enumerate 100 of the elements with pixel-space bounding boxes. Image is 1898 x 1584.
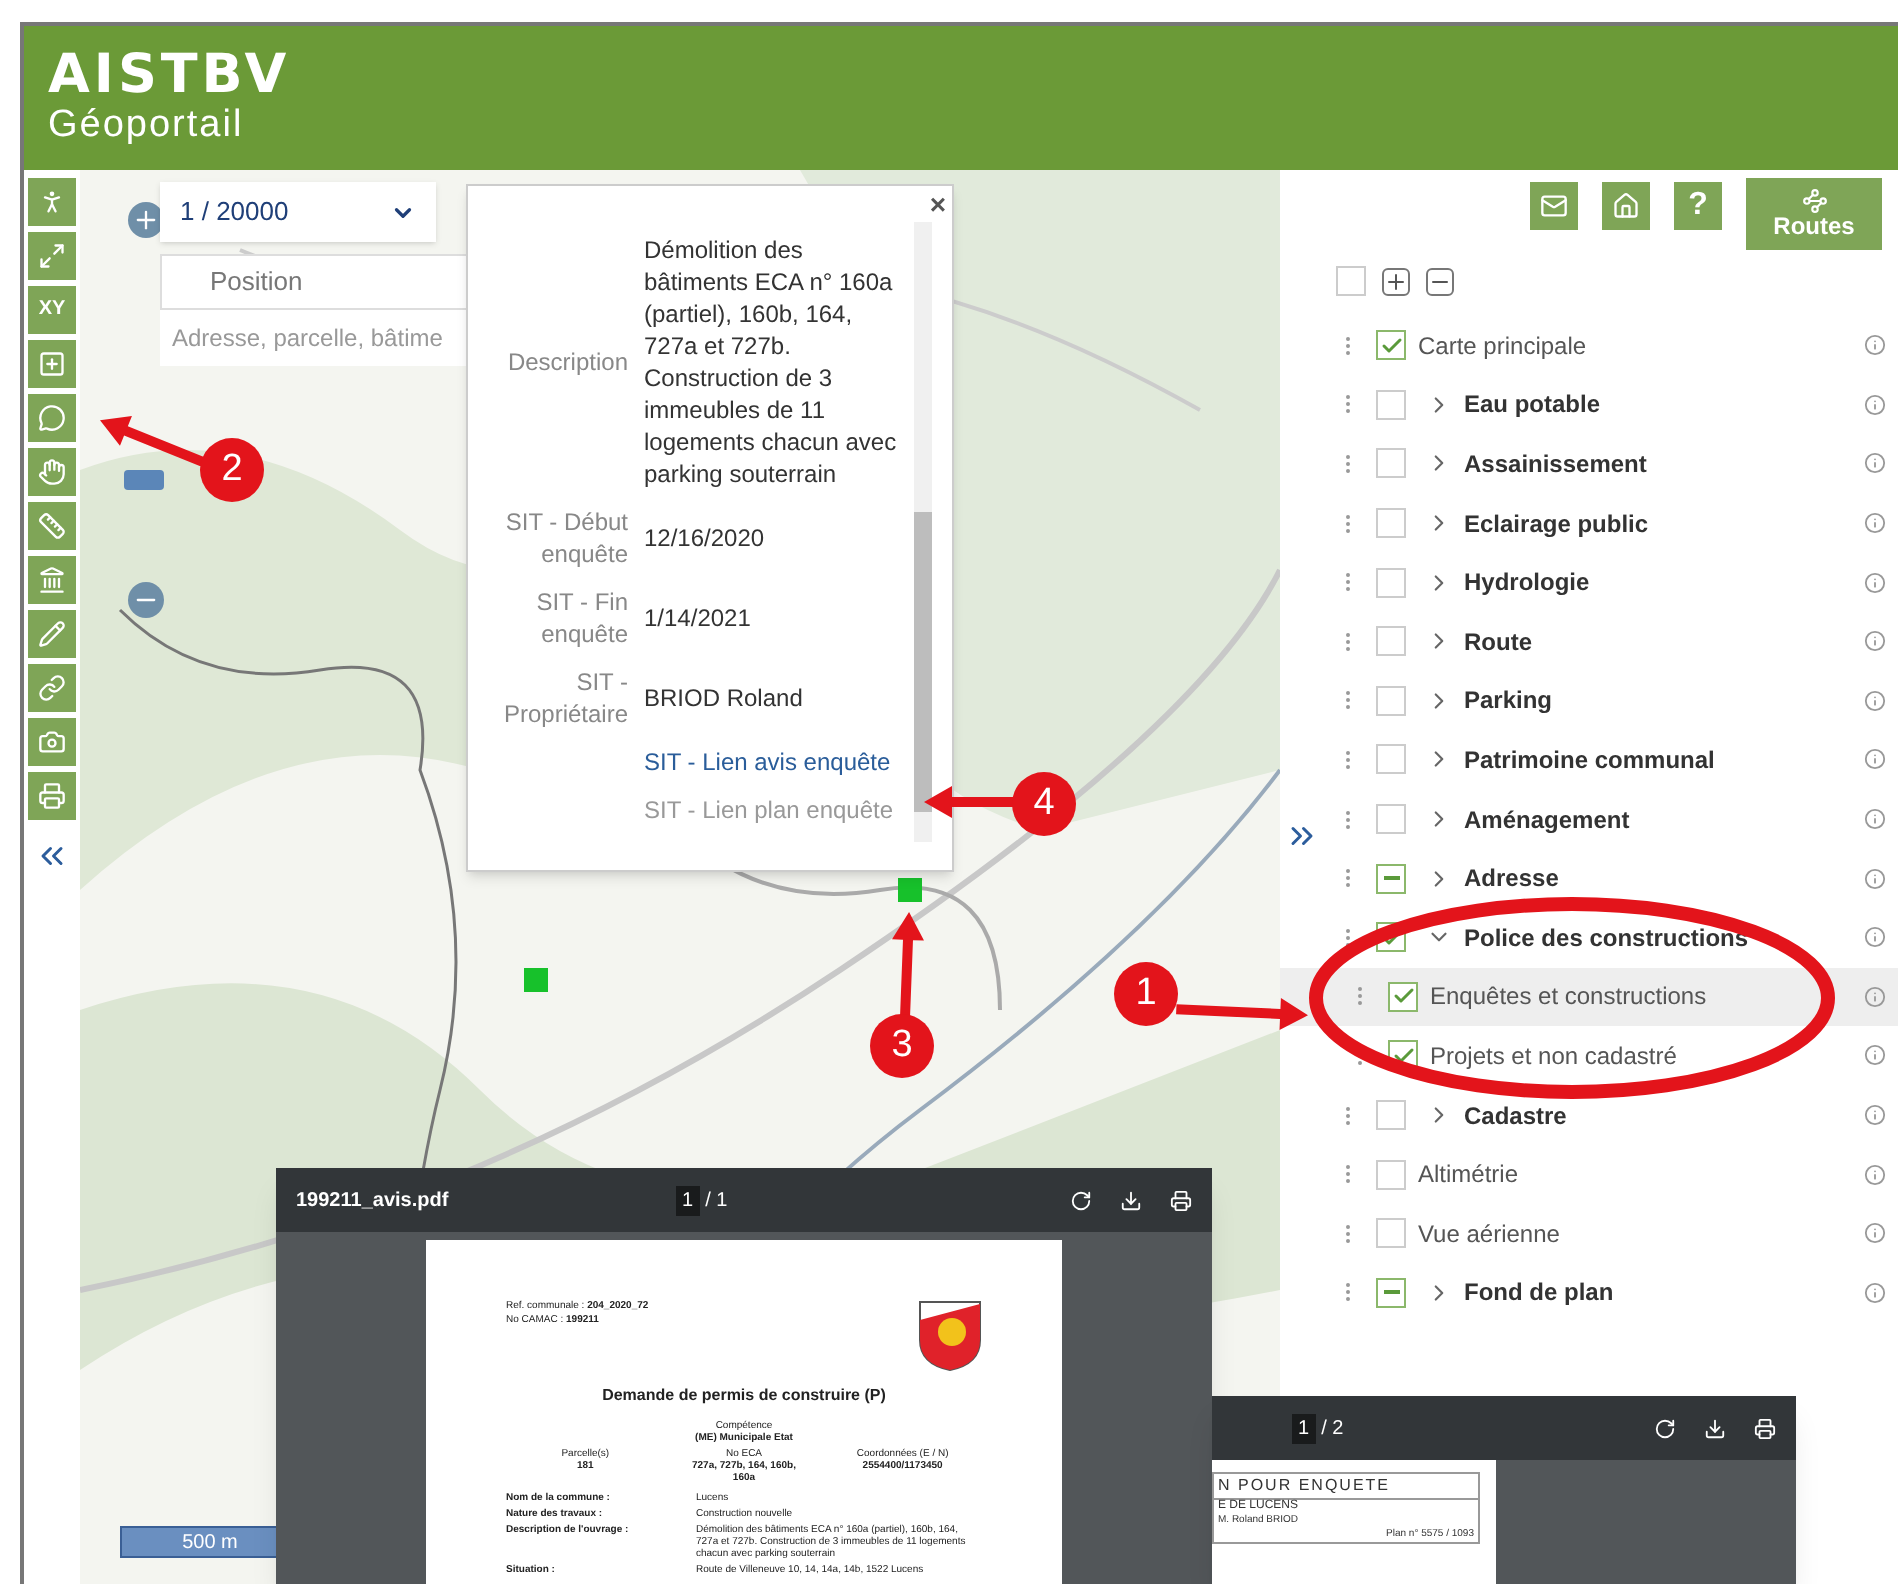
logo-subtitle: Géoportail — [48, 104, 246, 148]
camera-button[interactable] — [28, 718, 76, 766]
field-value: Démolition des bâtiments ECA n° 160a (partiel), 160b, 164, 727a et 727b. Construction de 3 immeubles de 11 logements chacun avec parking souterrain — [644, 234, 899, 490]
collapse-all-icon[interactable] — [1426, 267, 1454, 295]
full-extent-icon — [38, 242, 66, 270]
field-label: SIT - Propriétaire — [501, 666, 628, 730]
layer-label: Parking — [1464, 684, 1553, 719]
layer-checkbox[interactable] — [1388, 981, 1418, 1012]
download-icon[interactable] — [1704, 1417, 1726, 1439]
field-value: BRIOD Roland — [644, 682, 803, 714]
layer-row[interactable]: Adresse — [1280, 848, 1898, 908]
layer-checkbox[interactable] — [1376, 1159, 1406, 1190]
zoom-box-icon — [38, 350, 66, 378]
layer-label: Hydrologie — [1464, 566, 1590, 601]
layer-checkbox[interactable] — [1376, 330, 1406, 361]
layer-label: Fond de plan — [1464, 1276, 1614, 1311]
scrollbar[interactable] — [914, 222, 932, 842]
layer-row[interactable]: Carte principale — [1280, 316, 1898, 376]
pan-button[interactable] — [28, 448, 76, 496]
layer-label: Cadastre — [1464, 1099, 1567, 1134]
link-button[interactable] — [28, 664, 76, 712]
layer-label: Eclairage public — [1464, 507, 1649, 542]
scale-select[interactable]: 1 / 20000 — [160, 182, 436, 242]
layer-row[interactable]: Patrimoine communal — [1280, 730, 1898, 790]
logo: AISTBV — [48, 48, 293, 104]
layer-checkbox[interactable] — [1376, 804, 1406, 835]
layer-row[interactable]: Eau potable — [1280, 375, 1898, 435]
layer-label: Vue aérienne — [1418, 1217, 1560, 1252]
check-icon — [1379, 333, 1403, 358]
document-title: Demande de permis de construire (P) — [600, 1384, 888, 1408]
callout-arrow — [1175, 998, 1308, 1031]
layer-row[interactable]: Fond de plan — [1280, 1263, 1898, 1323]
layer-checkbox[interactable] — [1376, 567, 1406, 598]
select-all-checkbox[interactable] — [1336, 266, 1366, 296]
zoom-slider-handle[interactable] — [124, 470, 164, 490]
layer-checkbox[interactable] — [1376, 1100, 1406, 1131]
layer-checkbox[interactable] — [1376, 448, 1406, 479]
draw-icon — [38, 620, 66, 648]
page-number-field[interactable]: 1 — [1292, 1413, 1316, 1443]
measure-icon — [38, 512, 66, 540]
layer-label: Route — [1464, 625, 1532, 660]
draw-button[interactable] — [28, 610, 76, 658]
field-label: SIT - Début enquête — [503, 506, 628, 570]
download-icon[interactable] — [1120, 1189, 1142, 1211]
document-link[interactable]: SIT - Lien avis enquête — [644, 746, 904, 778]
page-count: / 1 — [705, 1187, 728, 1215]
layer-label: Assainissement — [1464, 447, 1647, 482]
layer-checkbox[interactable] — [1376, 1277, 1406, 1308]
document-title: N POUR ENQUETE — [1214, 1474, 1478, 1500]
layer-label: Enquêtes et constructions — [1430, 980, 1707, 1015]
home-button[interactable] — [1602, 182, 1650, 230]
layer-checkbox[interactable] — [1376, 626, 1406, 657]
zoom-box-button[interactable] — [28, 340, 76, 388]
layer-row[interactable]: Altimétrie — [1280, 1144, 1898, 1204]
building-button[interactable] — [28, 556, 76, 604]
print-button[interactable] — [28, 772, 76, 820]
info-button[interactable] — [28, 394, 76, 442]
layer-row[interactable]: Police des constructions — [1280, 907, 1898, 968]
rotate-icon[interactable] — [1070, 1189, 1092, 1211]
street-view-icon — [38, 188, 66, 216]
layer-checkbox[interactable] — [1376, 508, 1406, 539]
field-label: SIT - Fin enquête — [534, 586, 628, 650]
layer-checkbox[interactable] — [1376, 685, 1406, 716]
layer-row[interactable]: Hydrologie — [1280, 552, 1898, 612]
layer-row[interactable]: Route — [1280, 611, 1898, 672]
layer-checkbox[interactable] — [1376, 1218, 1406, 1249]
field-value: 1/14/2021 — [644, 602, 751, 634]
callout-arrow — [100, 415, 206, 467]
home-icon — [1612, 192, 1640, 220]
layer-row[interactable]: Cadastre — [1280, 1085, 1898, 1145]
layer-row[interactable]: Parking — [1280, 671, 1898, 731]
layer-row[interactable]: Projets et non cadastré — [1280, 1026, 1898, 1086]
print-icon[interactable] — [1170, 1189, 1192, 1211]
layer-label: Projets et non cadastré — [1430, 1039, 1677, 1074]
street-view-button[interactable] — [28, 178, 76, 226]
mail-button[interactable] — [1530, 182, 1578, 230]
layer-checkbox[interactable] — [1376, 389, 1406, 420]
map-marker[interactable] — [524, 968, 548, 992]
layer-label: Aménagement — [1464, 803, 1630, 838]
layer-checkbox[interactable] — [1376, 863, 1406, 894]
rotate-icon[interactable] — [1654, 1417, 1676, 1439]
layer-row[interactable]: Aménagement — [1280, 789, 1898, 849]
layer-row[interactable]: Eclairage public — [1280, 493, 1898, 553]
layer-row[interactable]: Enquêtes et constructions — [1280, 967, 1898, 1027]
measure-button[interactable] — [28, 502, 76, 550]
page-number-field[interactable]: 1 — [676, 1185, 700, 1215]
layer-label: Carte principale — [1418, 329, 1587, 364]
map-marker[interactable] — [898, 878, 922, 902]
layer-checkbox[interactable] — [1376, 744, 1406, 775]
camera-icon — [38, 728, 66, 756]
coat-of-arms-icon — [918, 1300, 982, 1372]
layer-label: Patrimoine communal — [1464, 743, 1715, 778]
building-icon — [38, 566, 66, 594]
route-icon — [1801, 188, 1827, 214]
print-icon[interactable] — [1754, 1417, 1776, 1439]
close-button[interactable]: × — [929, 190, 946, 218]
expand-all-icon[interactable] — [1382, 267, 1410, 295]
layer-row[interactable]: Vue aérienne — [1280, 1203, 1898, 1263]
layer-row[interactable]: Assainissement — [1280, 434, 1898, 494]
full-extent-button[interactable] — [28, 232, 76, 280]
